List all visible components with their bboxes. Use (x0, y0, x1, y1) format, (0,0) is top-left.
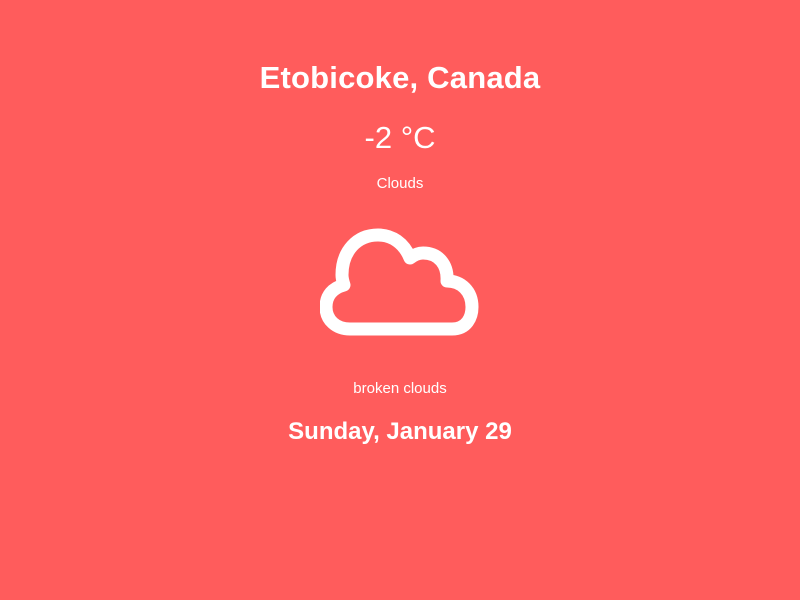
weather-condition: Clouds (376, 175, 424, 192)
temperature-value: -2 °C (364, 120, 436, 155)
date-label: Sunday, January 29 (288, 418, 512, 445)
location-title: Etobicoke, Canada (259, 60, 541, 95)
weather-card: Etobicoke, Canada -2 °C Clouds broken cl… (0, 0, 800, 600)
cloud-icon (320, 228, 479, 336)
weather-description: broken clouds (353, 380, 447, 397)
